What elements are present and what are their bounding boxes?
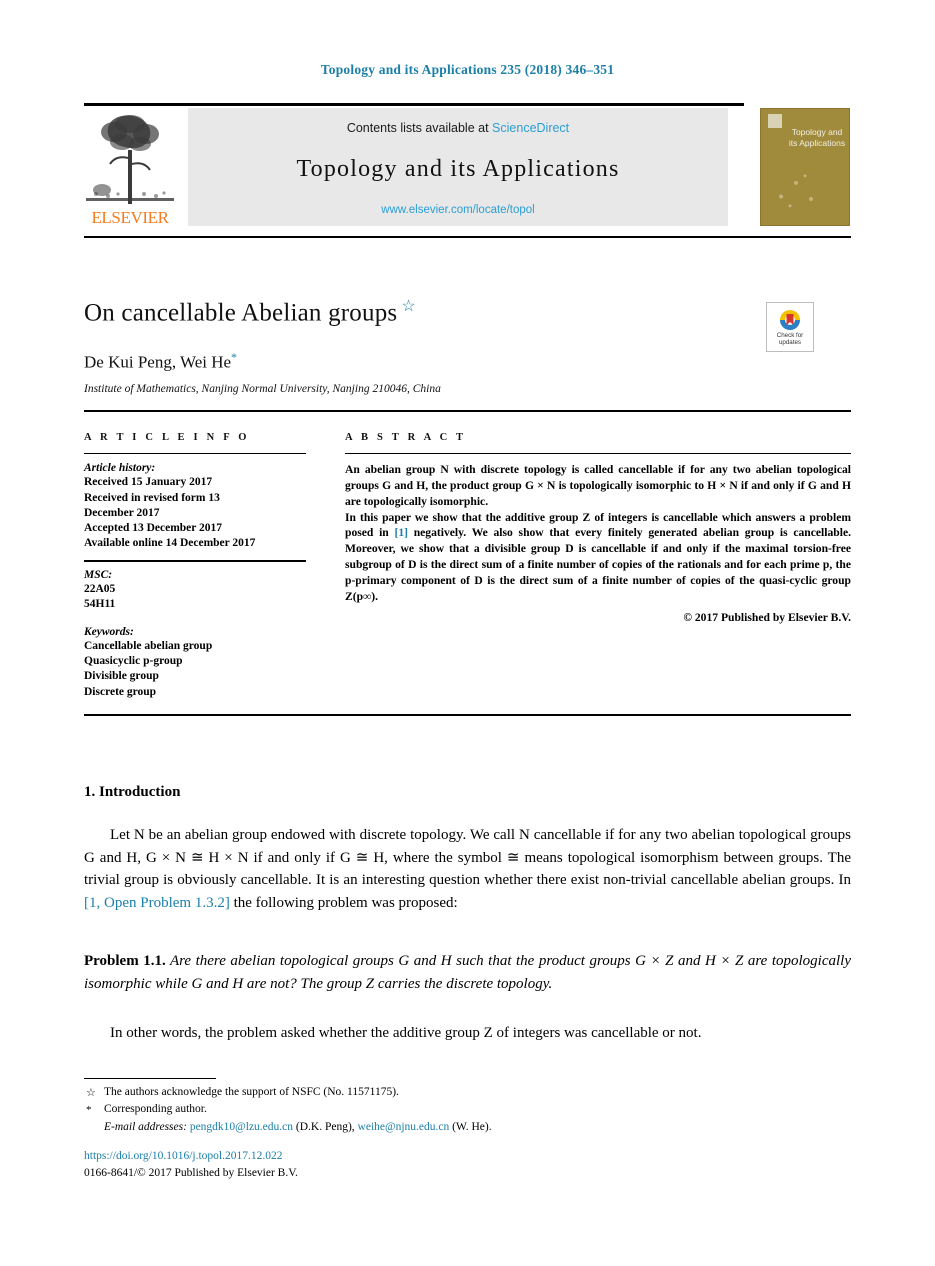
footnote-asterisk-marker: *: [86, 1104, 92, 1117]
history-line: Accepted 13 December 2017: [84, 521, 223, 534]
elsevier-tree-icon: [86, 115, 174, 204]
history-line: Received in revised form 13: [84, 491, 220, 504]
abstract-copyright: © 2017 Published by Elsevier B.V.: [683, 611, 851, 625]
footnote-corresponding-text: Corresponding author.: [104, 1103, 207, 1116]
email-link-peng[interactable]: pengdk10@lzu.edu.cn: [190, 1121, 293, 1133]
article-info-column: A R T I C L E I N F O Article history: R…: [84, 432, 306, 700]
abstract-paragraph-2: In this paper we show that the additive …: [345, 510, 851, 605]
article-info-heading: A R T I C L E I N F O: [84, 432, 250, 443]
crossmark-line2: updates: [778, 339, 802, 347]
crossmark-label: Check for updates: [767, 332, 813, 348]
doi-link[interactable]: https://doi.org/10.1016/j.topol.2017.12.…: [84, 1150, 283, 1162]
corresponding-author-marker[interactable]: *: [231, 350, 237, 364]
section-heading-introduction: 1. Introduction: [84, 784, 181, 800]
footnote-emails: E-mail addresses: pengdk10@lzu.edu.cn (D…: [84, 1119, 724, 1136]
abstract-p2-post: negatively. We also show that every fini…: [345, 526, 851, 603]
footnotes-block: ☆ The authors acknowledge the support of…: [84, 1084, 724, 1136]
paper-page: Topology and its Applications 235 (2018)…: [0, 0, 935, 1266]
footer-block: https://doi.org/10.1016/j.topol.2017.12.…: [84, 1148, 298, 1181]
info-band-top-rule: [84, 410, 851, 412]
crossmark-badge[interactable]: Check for updates: [766, 302, 814, 352]
msc-rule: [84, 560, 306, 562]
contents-prefix: Contents lists available at: [346, 121, 489, 135]
history-line: December 2017: [84, 506, 160, 519]
masthead-bottom-rule: [84, 236, 851, 238]
footnote-funding-text: The authors acknowledge the support of N…: [104, 1086, 399, 1098]
keyword-item: Cancellable abelian group: [84, 639, 213, 652]
keyword-item: Divisible group: [84, 670, 159, 683]
footnote-separator-rule: [84, 1078, 216, 1080]
keyword-item: Quasicyclic p-group: [84, 655, 183, 668]
contents-available-line: Contents lists available at ScienceDirec…: [188, 121, 728, 135]
crossmark-ring-icon: [780, 310, 800, 330]
article-history-label: Article history:: [84, 462, 156, 475]
crossmark-line1: Check for: [776, 331, 804, 339]
article-title-text: On cancellable Abelian groups: [84, 299, 398, 327]
abstract-citation-link[interactable]: [1]: [394, 526, 408, 539]
footnote-funding: ☆ The authors acknowledge the support of…: [84, 1084, 724, 1101]
cover-elsevier-mark-icon: [768, 114, 782, 128]
keywords-label: Keywords:: [84, 625, 134, 638]
author-list: De Kui Peng, Wei He*: [84, 350, 237, 373]
email-owner-peng: (D.K. Peng),: [293, 1120, 358, 1133]
problem-text: Are there abelian topological groups G a…: [84, 953, 851, 992]
email-link-he[interactable]: weihe@njnu.edu.cn: [358, 1121, 450, 1133]
author-names: De Kui Peng, Wei He: [84, 352, 232, 372]
closing-paragraph: In other words, the problem asked whethe…: [110, 1025, 702, 1041]
elsevier-logo: ELSEVIER: [84, 108, 176, 226]
abstract-paragraph-1: An abelian group N with discrete topolog…: [345, 463, 851, 508]
abstract-rule: [345, 453, 851, 455]
issn-copyright-line: 0166-8641/© 2017 Published by Elsevier B…: [84, 1166, 298, 1179]
open-problem-citation-link[interactable]: [1, Open Problem 1.3.2]: [84, 895, 230, 911]
footnote-corresponding-author: * Corresponding author.: [84, 1101, 724, 1118]
journal-title: Topology and its Applications: [296, 156, 620, 182]
journal-banner: Contents lists available at ScienceDirec…: [188, 108, 728, 226]
elsevier-wordmark: ELSEVIER: [91, 208, 169, 227]
problem-statement: Problem 1.1. Are there abelian topologic…: [84, 950, 851, 995]
running-head: Topology and its Applications 235 (2018)…: [320, 62, 615, 77]
email-owner-he: (W. He).: [449, 1120, 492, 1133]
history-line: Available online 14 December 2017: [84, 537, 256, 550]
introduction-paragraph: Let N be an abelian group endowed with d…: [84, 824, 851, 914]
page-title: On cancellable Abelian groups ☆: [84, 296, 416, 327]
title-footnote-star-icon[interactable]: ☆: [401, 298, 416, 315]
msc-label: MSC:: [84, 568, 113, 581]
info-band-bottom-rule: [84, 714, 851, 716]
msc-code: 22A05: [84, 582, 116, 595]
keyword-item: Discrete group: [84, 685, 157, 698]
journal-homepage-link[interactable]: www.elsevier.com/locate/topol: [188, 204, 728, 216]
article-info-rule: [84, 453, 306, 455]
cover-journal-title: Topology and its Applications: [788, 127, 846, 148]
history-line: Received 15 January 2017: [84, 476, 213, 489]
journal-cover-thumbnail: Topology and its Applications: [760, 108, 850, 226]
abstract-heading: A B S T R A C T: [345, 432, 467, 443]
email-addresses-label: E-mail addresses:: [104, 1120, 187, 1133]
problem-label: Problem 1.1.: [84, 953, 166, 969]
intro-text-post: the following problem was proposed:: [229, 894, 458, 911]
msc-code: 54H11: [84, 597, 116, 610]
sciencedirect-link[interactable]: ScienceDirect: [492, 121, 569, 135]
journal-masthead: ELSEVIER Contents lists available at Sci…: [84, 104, 851, 228]
abstract-column: A B S T R A C T An abelian group N with …: [345, 432, 851, 624]
footnote-star-marker: ☆: [86, 1087, 96, 1099]
cover-artwork: [769, 169, 829, 215]
affiliation: Institute of Mathematics, Nanjing Normal…: [84, 383, 441, 395]
intro-text-pre: Let N be an abelian group endowed with d…: [84, 827, 851, 888]
